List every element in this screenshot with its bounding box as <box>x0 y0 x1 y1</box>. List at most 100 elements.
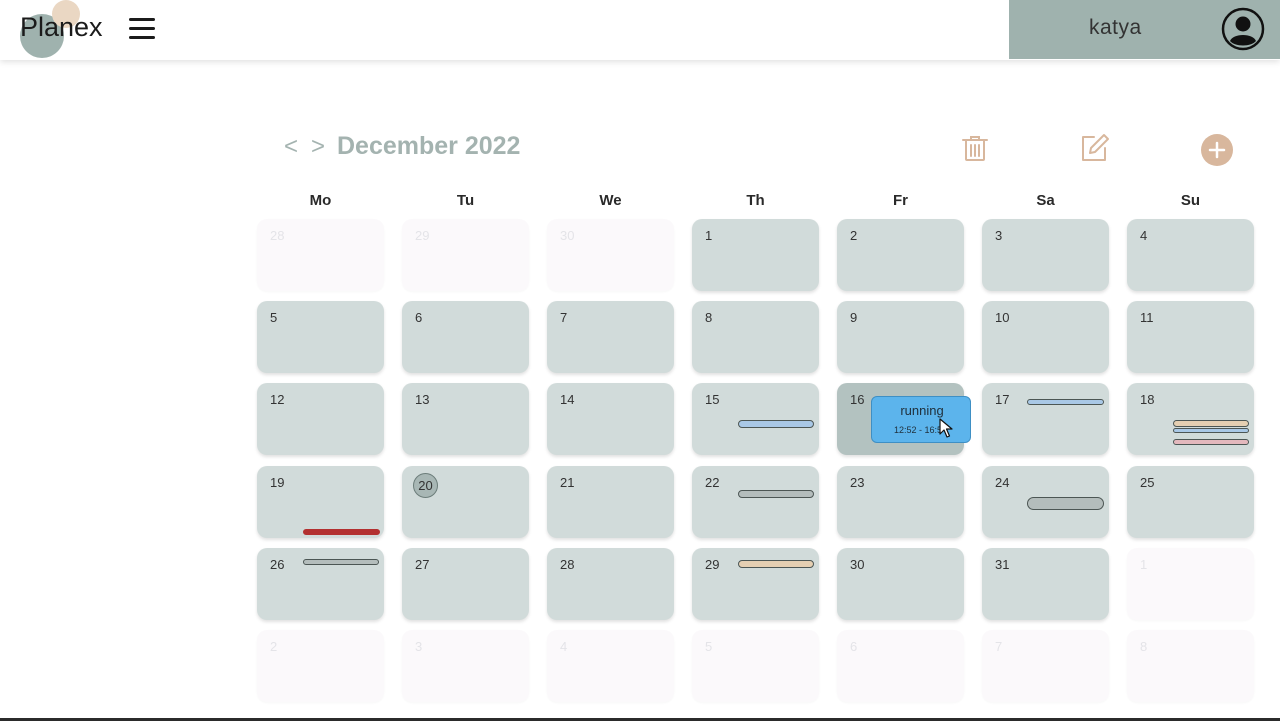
day-number: 10 <box>995 310 1010 325</box>
day-number: 18 <box>1140 392 1155 407</box>
event-popup-time: 12:52 - 16:52 <box>894 425 940 435</box>
day-cell[interactable]: 9 <box>837 301 964 373</box>
day-cell[interactable]: 5 <box>257 301 384 373</box>
day-cell[interactable]: 28 <box>547 548 674 620</box>
day-cell[interactable]: 31 <box>982 548 1109 620</box>
event-bar[interactable] <box>303 529 380 535</box>
day-cell[interactable]: 6 <box>837 630 964 702</box>
day-cell[interactable]: 8 <box>692 301 819 373</box>
day-cell[interactable]: 24 <box>982 466 1109 538</box>
day-cell[interactable]: 11 <box>1127 301 1254 373</box>
prev-month-button[interactable]: < <box>284 133 298 161</box>
day-number: 3 <box>995 228 1003 243</box>
day-number: 29 <box>705 557 720 572</box>
day-cell[interactable]: 15 <box>692 383 819 455</box>
weekday-fr: Fr <box>893 192 908 209</box>
event-bar[interactable] <box>738 420 814 428</box>
day-cell[interactable]: 12 <box>257 383 384 455</box>
day-cell[interactable]: 29 <box>402 219 529 291</box>
menu-icon[interactable] <box>129 18 155 42</box>
day-cell[interactable]: 1 <box>692 219 819 291</box>
day-number: 23 <box>850 475 865 490</box>
app-name: Planex <box>20 12 103 42</box>
day-number: 5 <box>705 639 713 654</box>
edit-icon[interactable] <box>1078 132 1110 164</box>
weekday-mo: Mo <box>309 192 332 209</box>
day-number-today: 20 <box>418 478 433 493</box>
day-number: 30 <box>850 557 865 572</box>
event-bar[interactable] <box>1173 428 1249 433</box>
day-cell[interactable]: 14 <box>547 383 674 455</box>
day-cell[interactable]: 4 <box>547 630 674 702</box>
day-number: 8 <box>705 310 713 325</box>
day-cell[interactable]: 30 <box>547 219 674 291</box>
weekday-sa: Sa <box>1036 192 1055 209</box>
event-bar[interactable] <box>1027 399 1104 405</box>
day-cell[interactable]: 19 <box>257 466 384 538</box>
user-avatar-icon[interactable] <box>1221 7 1265 51</box>
event-bar[interactable] <box>303 559 379 565</box>
add-event-button[interactable] <box>1201 134 1233 166</box>
day-number: 13 <box>415 392 430 407</box>
day-cell[interactable]: 30 <box>837 548 964 620</box>
day-cell[interactable]: 28 <box>257 219 384 291</box>
event-bar[interactable] <box>1173 420 1249 427</box>
day-number: 2 <box>850 228 858 243</box>
day-number: 6 <box>415 310 423 325</box>
day-cell[interactable]: 23 <box>837 466 964 538</box>
day-number: 21 <box>560 475 575 490</box>
day-cell[interactable]: 20 <box>402 466 529 538</box>
user-panel[interactable]: katya <box>1009 0 1280 59</box>
day-cell[interactable]: 22 <box>692 466 819 538</box>
day-number: 7 <box>995 639 1003 654</box>
day-cell[interactable]: 2 <box>257 630 384 702</box>
day-number: 11 <box>1140 310 1154 325</box>
day-number: 24 <box>995 475 1010 490</box>
weekday-th: Th <box>746 192 765 209</box>
day-cell[interactable]: 13 <box>402 383 529 455</box>
event-bar[interactable] <box>738 490 814 498</box>
weekday-su: Su <box>1180 192 1201 209</box>
day-number: 19 <box>270 475 285 490</box>
day-number: 27 <box>415 557 430 572</box>
next-month-button[interactable]: > <box>311 133 325 161</box>
day-cell[interactable]: 25 <box>1127 466 1254 538</box>
day-number: 30 <box>560 228 575 243</box>
day-number: 9 <box>850 310 858 325</box>
day-cell[interactable]: 26 <box>257 548 384 620</box>
day-cell[interactable]: 7 <box>547 301 674 373</box>
day-cell[interactable]: 5 <box>692 630 819 702</box>
day-number: 25 <box>1140 475 1155 490</box>
day-cell[interactable]: 1 <box>1127 548 1254 620</box>
day-number: 2 <box>270 639 278 654</box>
day-number: 15 <box>705 392 720 407</box>
day-cell[interactable]: 10 <box>982 301 1109 373</box>
day-cell[interactable]: 8 <box>1127 630 1254 702</box>
event-bar[interactable] <box>1173 439 1249 445</box>
day-number: 14 <box>560 392 575 407</box>
day-number: 28 <box>270 228 285 243</box>
day-cell[interactable]: 3 <box>402 630 529 702</box>
day-number: 4 <box>560 639 568 654</box>
mouse-cursor-icon <box>939 418 953 438</box>
event-bar[interactable] <box>738 560 814 568</box>
event-popup[interactable]: running 12:52 - 16:52 <box>871 396 971 443</box>
day-cell[interactable]: 17 <box>982 383 1109 455</box>
day-cell[interactable]: 2 <box>837 219 964 291</box>
day-cell[interactable]: 3 <box>982 219 1109 291</box>
day-number: 29 <box>415 228 430 243</box>
day-cell[interactable]: 21 <box>547 466 674 538</box>
day-cell[interactable]: 18 <box>1127 383 1254 455</box>
trash-icon[interactable] <box>960 133 990 163</box>
day-number: 12 <box>270 392 285 407</box>
day-number: 1 <box>1140 557 1148 572</box>
day-cell[interactable]: 6 <box>402 301 529 373</box>
day-cell[interactable]: 4 <box>1127 219 1254 291</box>
event-bar[interactable] <box>1027 497 1104 510</box>
day-cell[interactable]: 7 <box>982 630 1109 702</box>
day-cell[interactable]: 27 <box>402 548 529 620</box>
day-cell[interactable]: 29 <box>692 548 819 620</box>
event-popup-title: running <box>900 403 944 418</box>
app-root: Planex katya < > December 2022 Mo Tu We … <box>0 0 1280 721</box>
day-number: 16 <box>850 392 865 407</box>
